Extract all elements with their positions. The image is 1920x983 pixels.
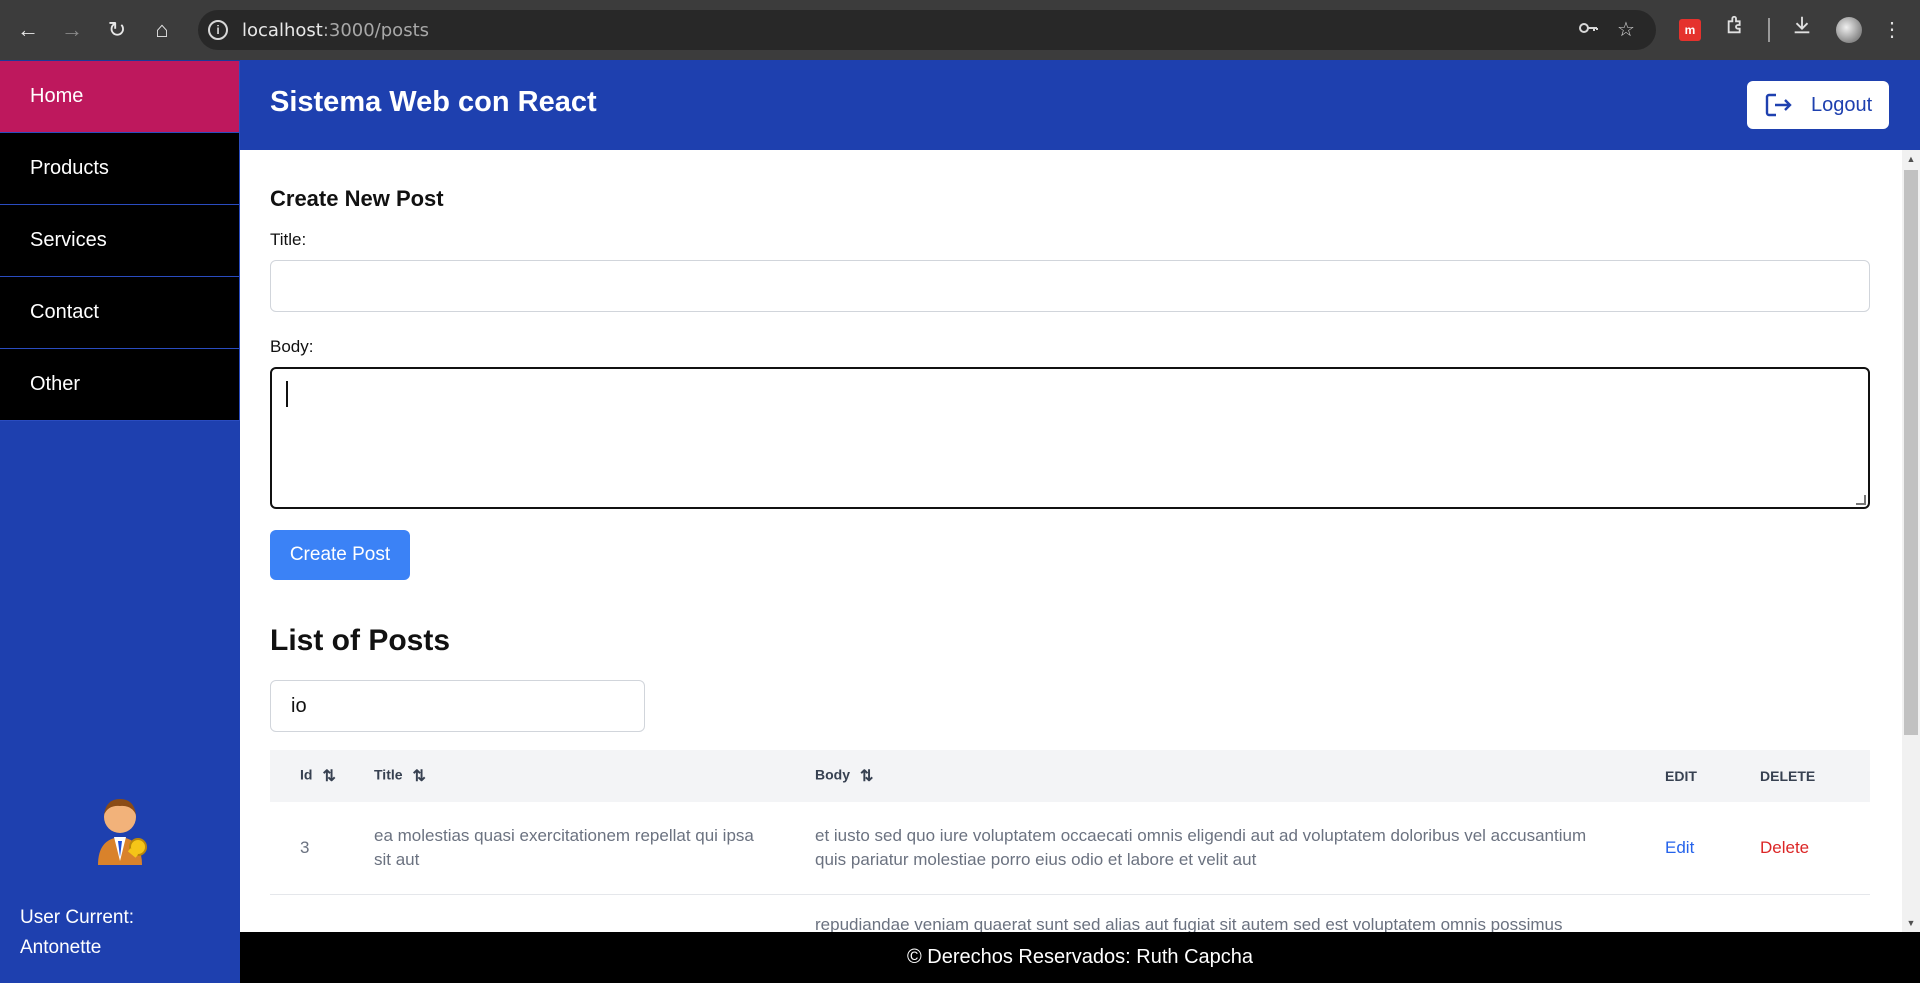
main-content: Create New Post Title: Body: Create Post… — [240, 150, 1902, 932]
scroll-up-icon[interactable]: ▲ — [1906, 154, 1916, 164]
text-caret — [286, 381, 288, 407]
app-header: Sistema Web con React Logout — [240, 60, 1920, 150]
sidebar-item-products[interactable]: Products — [0, 133, 240, 205]
cell-title: ea molestias quasi exercitationem repell… — [374, 802, 815, 895]
create-post-button[interactable]: Create Post — [270, 530, 410, 580]
sort-icon[interactable]: ⇅ — [860, 766, 873, 786]
bookmark-star-icon[interactable]: ☆ — [1612, 16, 1640, 44]
menu-icon[interactable]: ⋮ — [1876, 14, 1908, 46]
extension-icon[interactable] — [1720, 14, 1752, 46]
profile-avatar[interactable] — [1836, 17, 1862, 43]
sidebar-item-services[interactable]: Services — [0, 205, 240, 277]
cell-body: et iusto sed quo iure voluptatem occaeca… — [815, 802, 1665, 895]
user-current-label: User Current: — [20, 907, 135, 928]
edit-link[interactable]: Edit — [1665, 838, 1694, 857]
create-post-heading: Create New Post — [270, 186, 444, 211]
scrollbar-thumb[interactable] — [1904, 170, 1918, 735]
delete-link[interactable]: Delete — [1760, 838, 1809, 857]
column-header-id[interactable]: Id ⇅ — [270, 750, 374, 802]
column-title-label: Title — [374, 766, 403, 783]
body-textarea[interactable] — [270, 367, 1870, 509]
scroll-down-icon[interactable]: ▼ — [1906, 918, 1916, 928]
address-bar[interactable]: i localhost:3000/posts ☆ — [198, 10, 1656, 50]
forward-icon[interactable]: → — [56, 14, 88, 46]
cell-id — [270, 894, 374, 932]
url-host: localhost — [242, 20, 323, 41]
sidebar-item-other[interactable]: Other — [0, 349, 240, 421]
table-header-row: Id ⇅ Title ⇅ Body ⇅ Edit Delete — [270, 750, 1870, 802]
footer: © Derechos Reservados: Ruth Capcha — [240, 932, 1920, 983]
user-current-name: Antonette — [20, 937, 102, 958]
body-label: Body: — [270, 337, 314, 356]
back-icon[interactable]: ← — [12, 14, 44, 46]
password-key-icon[interactable] — [1574, 16, 1602, 44]
cell-body: repudiandae veniam quaerat sunt sed alia… — [815, 894, 1665, 932]
search-input[interactable]: io — [270, 680, 645, 732]
url-text[interactable]: localhost:3000/posts — [242, 20, 429, 41]
current-user: User Current: Antonette — [0, 799, 240, 963]
title-input[interactable] — [270, 260, 1870, 312]
page-scrollbar[interactable]: ▲ ▼ — [1902, 150, 1920, 932]
reload-icon[interactable]: ↻ — [101, 14, 133, 46]
search-value: io — [291, 695, 307, 717]
cell-title — [374, 894, 815, 932]
column-header-title[interactable]: Title ⇅ — [374, 750, 815, 802]
logout-icon — [1765, 93, 1793, 123]
sort-icon[interactable]: ⇅ — [322, 766, 335, 786]
sidebar-item-contact[interactable]: Contact — [0, 277, 240, 349]
brand-title: Sistema Web con React — [270, 86, 597, 118]
downloads-icon[interactable] — [1786, 14, 1818, 46]
home-icon[interactable]: ⌂ — [146, 14, 178, 46]
cell-id: 3 — [270, 802, 374, 895]
column-header-edit: Edit — [1665, 750, 1760, 802]
logout-label: Logout — [1811, 94, 1873, 116]
site-info-icon[interactable]: i — [208, 20, 228, 40]
posts-table: Id ⇅ Title ⇅ Body ⇅ Edit Delete 3 ea molest… — [270, 750, 1870, 932]
list-posts-heading: List of Posts — [270, 624, 451, 657]
column-id-label: Id — [300, 766, 313, 783]
sidebar: Home Products Services Contact Other Use… — [0, 60, 240, 983]
browser-toolbar: ← → ↻ ⌂ i localhost:3000/posts ☆ m ⋮ — [0, 0, 1920, 60]
table-row: 3 ea molestias quasi exercitationem repe… — [270, 802, 1870, 895]
user-avatar-icon — [88, 791, 152, 867]
title-label: Title: — [270, 230, 307, 249]
column-header-body[interactable]: Body ⇅ — [815, 750, 1665, 802]
sort-icon[interactable]: ⇅ — [413, 766, 426, 786]
column-body-label: Body — [815, 766, 850, 783]
column-header-delete: Delete — [1760, 750, 1870, 802]
logout-button[interactable]: Logout — [1747, 81, 1889, 129]
resize-handle-icon[interactable] — [1856, 495, 1866, 505]
toolbar-divider — [1768, 18, 1770, 42]
extension-red-icon[interactable]: m — [1679, 19, 1701, 41]
table-row: repudiandae veniam quaerat sunt sed alia… — [270, 894, 1870, 932]
sidebar-item-home[interactable]: Home — [0, 61, 240, 133]
url-path: :3000/posts — [322, 20, 430, 41]
